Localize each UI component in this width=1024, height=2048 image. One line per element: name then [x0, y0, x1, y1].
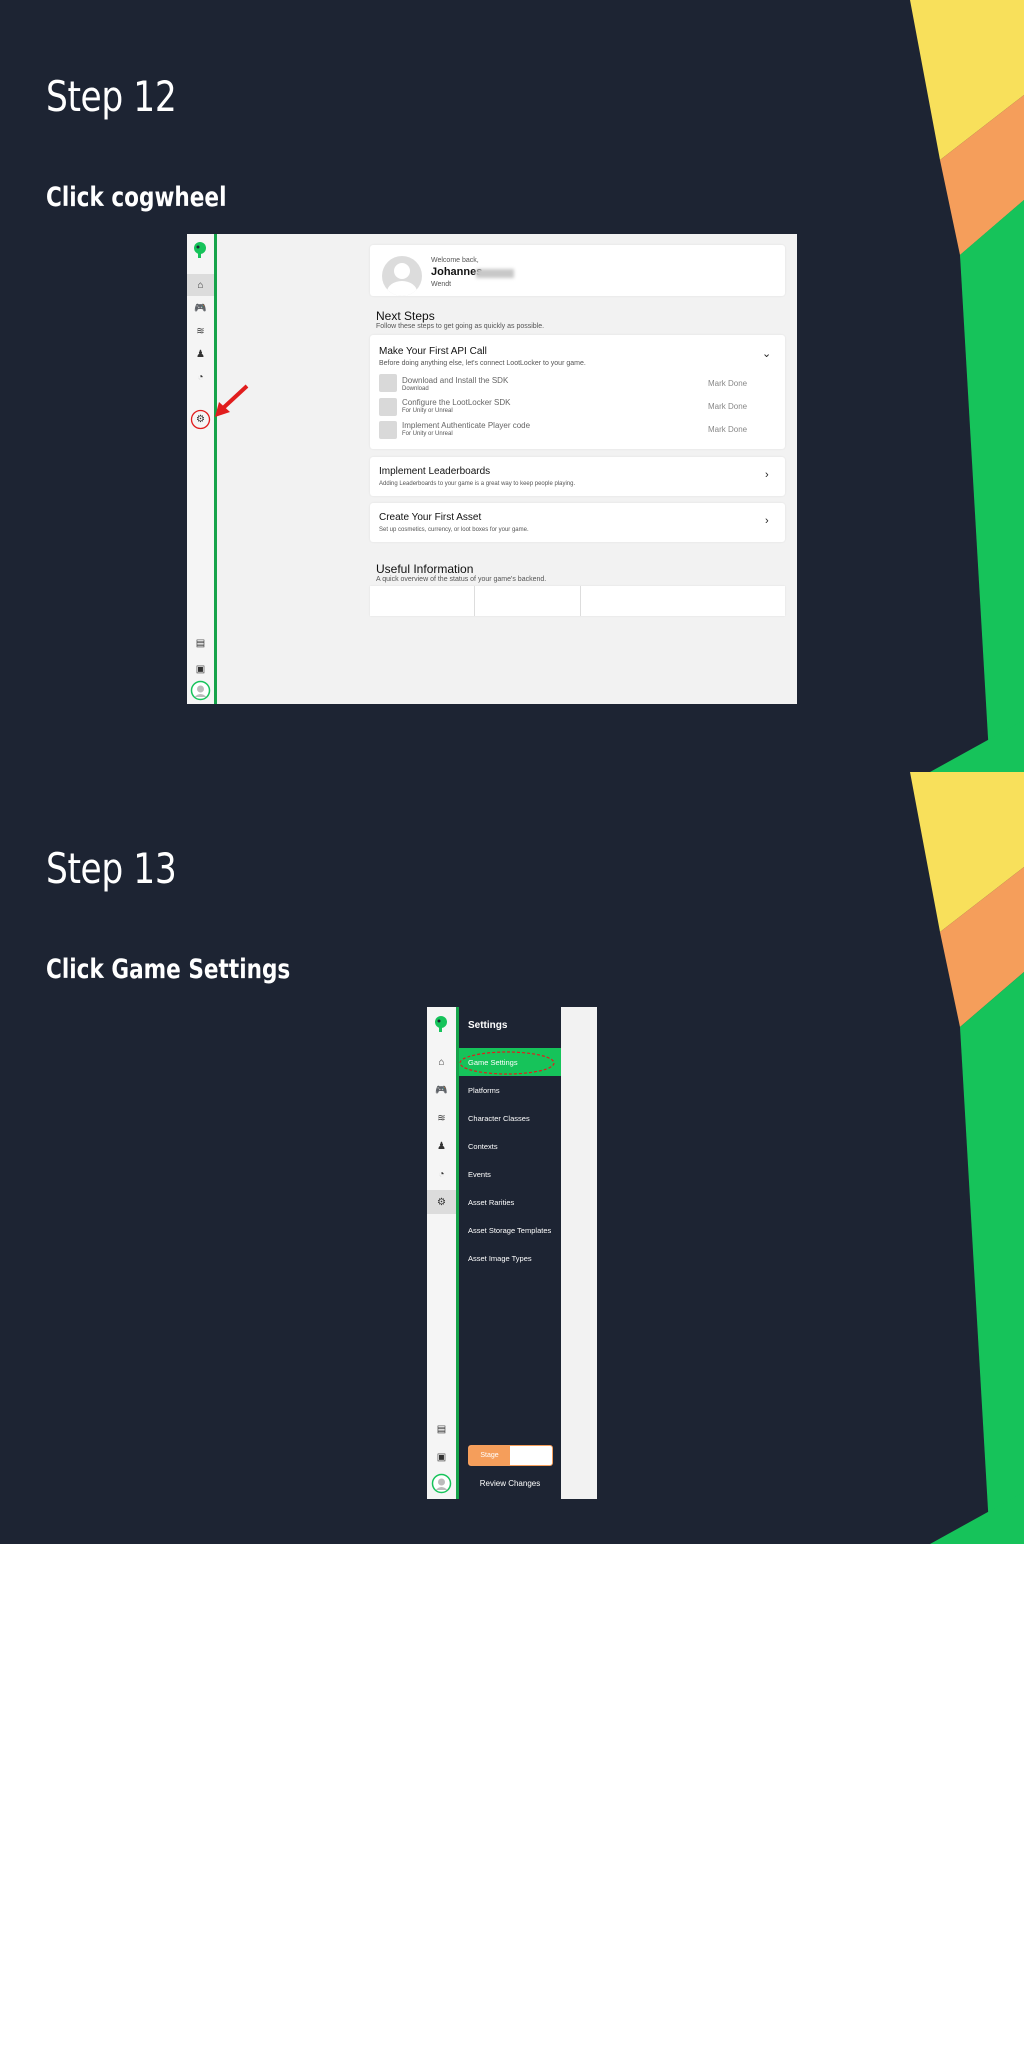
gauge-icon[interactable]: ◔	[187, 366, 214, 388]
mark-done-button[interactable]: Mark Done	[708, 425, 747, 434]
menu-item-character-classes[interactable]: Character Classes	[468, 1114, 530, 1123]
leaderboards-title: Implement Leaderboards	[379, 466, 491, 477]
user-avatar-icon[interactable]	[431, 1473, 452, 1494]
chevron-right-icon[interactable]: ›	[765, 469, 769, 481]
step-instruction: Click Game Settings	[46, 954, 290, 985]
instruction-prefix: Click	[46, 954, 112, 985]
next-steps-title: Next Steps	[376, 309, 435, 323]
book-icon[interactable]: ▤	[187, 632, 214, 654]
user-role: Wendt	[431, 281, 452, 288]
menu-item-asset-storage-templates[interactable]: Asset Storage Templates	[468, 1226, 551, 1235]
stage-label: Stage	[469, 1446, 510, 1465]
menu-item-contexts[interactable]: Contexts	[468, 1142, 498, 1151]
lootlocker-logo	[435, 1016, 447, 1032]
step-title: Step 13	[46, 844, 177, 893]
step-13-slide: Step 13 Click Game Settings ⌂ 🎮 ≋ ♟ ◔ ⚙ …	[0, 772, 1024, 1544]
useful-info-title: Useful Information	[376, 562, 474, 576]
task-label: Implement Authenticate Player code	[402, 421, 531, 430]
icon-rail: ⌂ 🎮 ≋ ♟ ◔ ⚙ ▤ ▣	[427, 1007, 459, 1499]
task-label: Configure the LootLocker SDK	[402, 398, 511, 407]
menu-item-events[interactable]: Events	[468, 1170, 491, 1179]
api-card-title: Make Your First API Call	[379, 346, 487, 357]
chevron-down-icon[interactable]: ⌄	[762, 347, 771, 360]
task-sub[interactable]: For Unity or Unreal	[402, 431, 453, 437]
welcome-card: Welcome back, Johannes Wendt	[370, 245, 785, 296]
settings-screenshot: ⌂ 🎮 ≋ ♟ ◔ ⚙ ▤ ▣ Settings Game Settings P…	[427, 1007, 597, 1499]
settings-menu: Settings Game Settings Platforms Charact…	[459, 1007, 561, 1499]
home-icon[interactable]: ⌂	[187, 274, 214, 296]
api-call-card: Make Your First API Call Before doing an…	[370, 335, 785, 449]
gear-icon[interactable]: ⚙	[427, 1190, 456, 1214]
menu-item-asset-image-types[interactable]: Asset Image Types	[468, 1254, 532, 1263]
dashboard-screenshot: ⌂ 🎮 ≋ ♟ ◔ ⚙ ▤ ▣ Welcome back, Johannes W…	[187, 234, 797, 704]
player-icon[interactable]: ♟	[187, 343, 214, 365]
leaderboards-subtitle: Adding Leaderboards to your game is a gr…	[379, 481, 576, 487]
gauge-icon[interactable]: ◔	[427, 1162, 456, 1186]
redacted-surname	[476, 269, 514, 278]
task-checkbox[interactable]	[379, 421, 397, 439]
discord-icon[interactable]: ▣	[427, 1445, 456, 1469]
leaderboards-card[interactable]: Implement Leaderboards Adding Leaderboar…	[370, 457, 785, 496]
mark-done-button[interactable]: Mark Done	[708, 402, 747, 411]
user-name: Johannes	[431, 266, 483, 278]
book-icon[interactable]: ▤	[427, 1417, 456, 1441]
welcome-text: Welcome back,	[431, 257, 479, 264]
task-sub[interactable]: Download	[402, 386, 429, 392]
chevron-right-icon[interactable]: ›	[765, 515, 769, 527]
review-changes-link[interactable]: Review Changes	[459, 1479, 561, 1488]
step-title: Step 12	[46, 72, 177, 121]
profile-avatar	[382, 256, 422, 296]
stage-toggle[interactable]: Stage	[468, 1445, 553, 1466]
step-12-slide: Step 12 Click cogwheel ⌂ 🎮 ≋ ♟ ◔ ⚙ ▤ ▣ W…	[0, 0, 1024, 772]
instruction-target: Game Settings	[111, 954, 291, 985]
asset-title: Create Your First Asset	[379, 512, 482, 523]
home-icon[interactable]: ⌂	[427, 1050, 456, 1074]
mark-done-button[interactable]: Mark Done	[708, 379, 747, 388]
useful-info-panels	[370, 586, 785, 616]
asset-subtitle: Set up cosmetics, currency, or loot boxe…	[379, 527, 529, 533]
gamepad-icon[interactable]: 🎮	[427, 1078, 456, 1102]
task-label: Download and Install the SDK	[402, 376, 509, 385]
task-checkbox[interactable]	[379, 398, 397, 416]
red-arrow-icon	[215, 384, 249, 417]
menu-item-asset-rarities[interactable]: Asset Rarities	[468, 1198, 514, 1207]
layers-icon[interactable]: ≋	[427, 1106, 456, 1130]
useful-info-subtitle: A quick overview of the status of your g…	[376, 576, 547, 583]
asset-card[interactable]: Create Your First Asset Set up cosmetics…	[370, 503, 785, 542]
api-card-subtitle: Before doing anything else, let's connec…	[379, 360, 586, 367]
user-avatar-icon[interactable]	[190, 680, 211, 701]
next-steps-subtitle: Follow these steps to get going as quick…	[376, 323, 545, 330]
lootlocker-logo	[194, 242, 206, 258]
gamepad-icon[interactable]: 🎮	[187, 297, 214, 319]
layers-icon[interactable]: ≋	[187, 320, 214, 342]
icon-rail: ⌂ 🎮 ≋ ♟ ◔ ⚙ ▤ ▣	[187, 234, 217, 704]
task-sub[interactable]: For Unity or Unreal	[402, 408, 453, 414]
step-instruction: Click cogwheel	[46, 182, 227, 213]
highlight-circle	[190, 409, 211, 430]
discord-icon[interactable]: ▣	[187, 658, 214, 680]
settings-menu-title: Settings	[468, 1020, 508, 1031]
player-icon[interactable]: ♟	[427, 1134, 456, 1158]
menu-item-platforms[interactable]: Platforms	[468, 1086, 500, 1095]
highlight-ellipse	[459, 1051, 555, 1075]
task-checkbox[interactable]	[379, 374, 397, 392]
